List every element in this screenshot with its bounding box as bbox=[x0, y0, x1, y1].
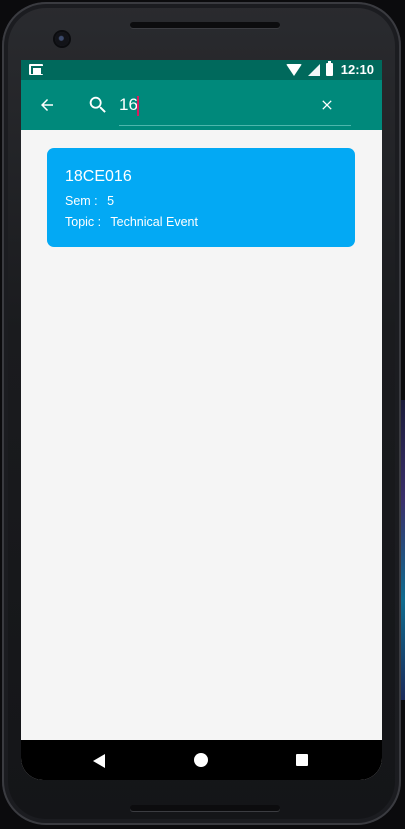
text-caret bbox=[137, 96, 139, 116]
card-id: 18CE016 bbox=[65, 168, 132, 185]
sem-label: Sem : bbox=[65, 194, 98, 208]
search-icon bbox=[89, 96, 106, 113]
search-input[interactable] bbox=[119, 92, 309, 118]
square-recents-icon[interactable] bbox=[296, 754, 308, 766]
search-app-bar bbox=[21, 80, 382, 130]
sem-value: 5 bbox=[107, 194, 115, 208]
status-bar: 12:10 bbox=[21, 60, 382, 80]
wifi-icon bbox=[285, 63, 302, 76]
circle-home-icon[interactable] bbox=[194, 753, 208, 767]
battery-icon bbox=[325, 61, 333, 76]
arrow-back-icon bbox=[41, 99, 53, 111]
close-icon bbox=[322, 100, 332, 110]
topic-label: Topic : bbox=[65, 215, 102, 229]
result-card[interactable]: 18CE016 Sem : 5 Topic : Technical Event bbox=[47, 148, 355, 247]
results-list: 18CE016 Sem : 5 Topic : Technical Event bbox=[21, 130, 382, 740]
system-nav-bar bbox=[21, 740, 382, 780]
card-sem-row: Sem : 5 bbox=[65, 194, 114, 208]
status-icons: 12:10 bbox=[285, 61, 374, 77]
card-topic-row: Topic : Technical Event bbox=[65, 215, 198, 229]
triangle-back-icon[interactable] bbox=[93, 754, 105, 768]
clear-search-button[interactable] bbox=[313, 92, 341, 118]
bottom-speaker bbox=[130, 805, 280, 811]
search-underline bbox=[119, 125, 351, 126]
cell-signal-icon bbox=[307, 63, 320, 76]
gmail-notification-icon bbox=[29, 64, 43, 75]
screen: 12:10 18CE016 Sem : 5 Topic bbox=[21, 60, 382, 780]
front-camera bbox=[55, 32, 69, 46]
back-button[interactable] bbox=[33, 92, 61, 118]
earpiece-speaker bbox=[130, 22, 280, 28]
topic-value: Technical Event bbox=[110, 215, 198, 229]
status-time: 12:10 bbox=[340, 62, 374, 77]
